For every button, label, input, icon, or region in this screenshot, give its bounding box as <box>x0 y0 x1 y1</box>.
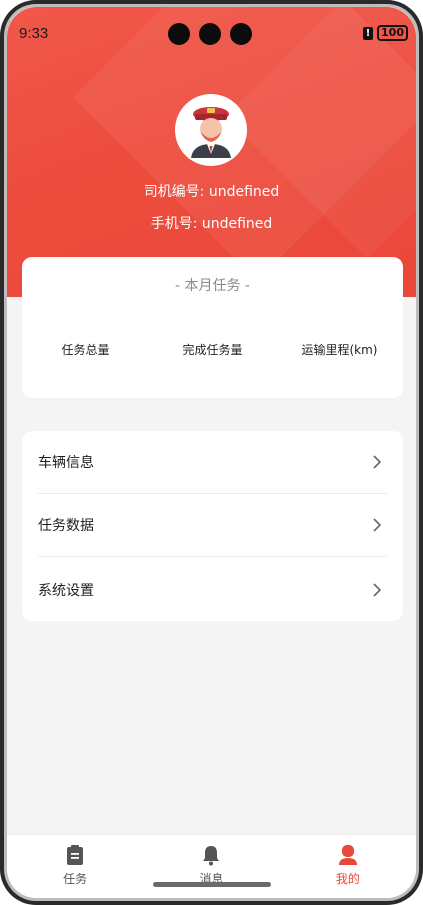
chevron-right-icon <box>373 582 382 597</box>
stat-total-tasks: 任务总量 <box>61 343 110 357</box>
menu-item-task-data[interactable]: 任务数据 <box>38 494 387 557</box>
tab-mine[interactable]: 我的 <box>280 835 416 898</box>
avatar[interactable] <box>175 94 247 166</box>
bell-icon <box>203 846 220 866</box>
bottom-tab-bar: 任务 消息 我的 <box>7 834 416 898</box>
menu-item-label: 车辆信息 <box>38 455 94 471</box>
status-time: 9:33 <box>19 25 49 42</box>
sim-alert-icon: ! <box>363 26 374 40</box>
camera-dot <box>168 23 190 45</box>
menu-item-system-settings[interactable]: 系统设置 <box>38 558 387 621</box>
task-card-title: - 本月任务 - <box>174 278 250 294</box>
menu-item-label: 任务数据 <box>38 518 94 534</box>
clipboard-icon <box>67 845 84 865</box>
battery-icon: 100 <box>377 25 408 41</box>
menu-card: 车辆信息 任务数据 系统设置 <box>22 431 403 621</box>
camera-dot <box>199 23 221 45</box>
task-stats: 任务总量 完成任务量 运输里程(km) <box>22 341 403 358</box>
chevron-right-icon <box>373 518 382 532</box>
driver-avatar-icon <box>191 107 231 158</box>
status-bar: 9:33 ! 100 <box>7 7 416 57</box>
tab-label: 我的 <box>335 872 360 886</box>
phone-frame: 9:33 ! 100 司机编号: undefined 手机号: undefine… <box>0 0 423 905</box>
stat-completed-tasks: 完成任务量 <box>182 343 243 357</box>
camera-dot <box>230 23 252 45</box>
phone-number-text: 手机号: undefined <box>150 216 273 232</box>
menu-item-vehicle-info[interactable]: 车辆信息 <box>38 431 387 494</box>
home-indicator[interactable] <box>153 882 271 887</box>
stat-mileage: 运输里程(km) <box>301 343 378 357</box>
tab-label: 任务 <box>63 872 88 886</box>
driver-id-text: 司机编号: undefined <box>143 184 280 200</box>
user-icon <box>338 845 357 865</box>
chevron-right-icon <box>373 455 382 469</box>
tab-messages[interactable]: 消息 <box>143 835 279 898</box>
monthly-task-card: - 本月任务 - 任务总量 完成任务量 运输里程(km) <box>22 257 403 398</box>
tab-tasks[interactable]: 任务 <box>7 835 143 898</box>
screen: 9:33 ! 100 司机编号: undefined 手机号: undefine… <box>7 7 416 898</box>
status-indicators: ! 100 <box>363 25 408 41</box>
menu-item-label: 系统设置 <box>38 582 94 599</box>
